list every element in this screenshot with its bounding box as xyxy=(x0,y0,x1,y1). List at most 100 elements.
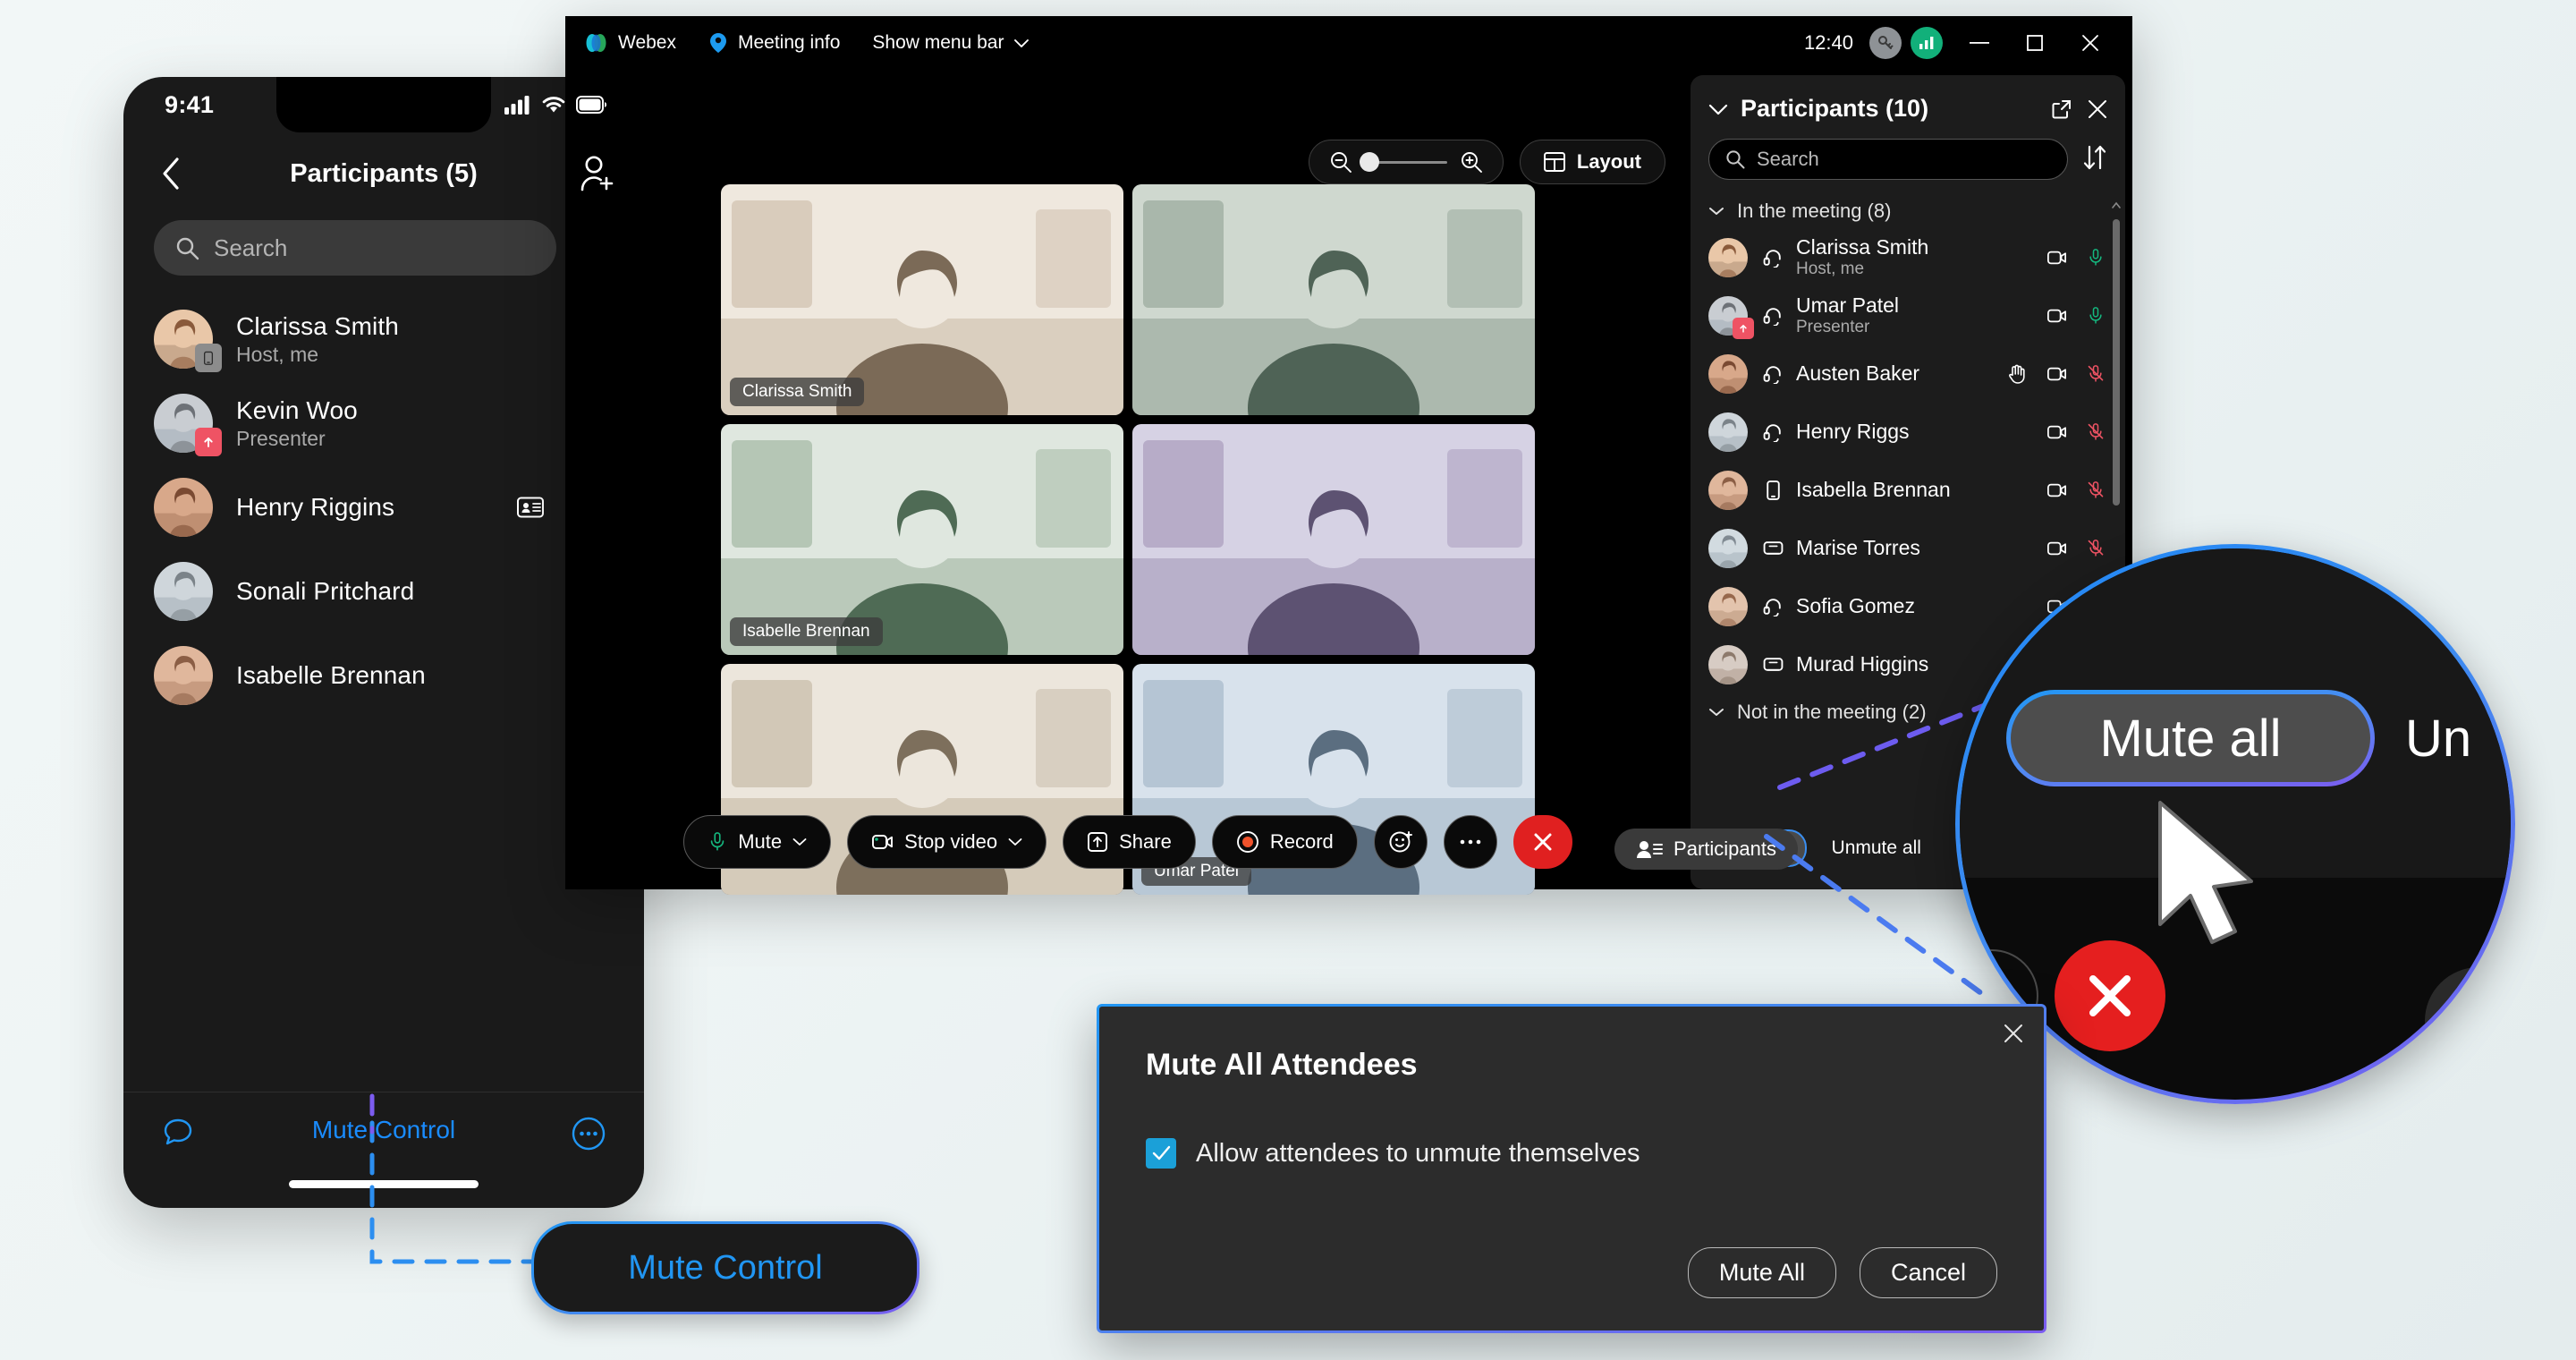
participants-icon xyxy=(1637,841,1664,858)
video-feed xyxy=(1132,184,1535,415)
video-tile[interactable]: Isabelle Brennan xyxy=(721,424,1123,655)
video-tile[interactable]: Clarissa Smith xyxy=(721,184,1123,415)
close-icon[interactable] xyxy=(2088,99,2107,119)
dialog-cancel-button[interactable]: Cancel xyxy=(1859,1247,1997,1298)
avatar xyxy=(1708,586,1748,626)
minimize-button[interactable] xyxy=(1952,22,2007,64)
scrollbar-thumb[interactable] xyxy=(2113,219,2120,506)
participant-info: Umar Patel Presenter xyxy=(1796,293,1899,337)
desk-device-icon xyxy=(1763,658,1783,671)
zoom-track[interactable] xyxy=(1359,152,1447,172)
contact-card-icon[interactable] xyxy=(517,497,544,518)
layout-button[interactable]: Layout xyxy=(1519,140,1665,184)
key-badge[interactable] xyxy=(1869,27,1902,59)
mute-all-attendees-dialog: Mute All Attendees Allow attendees to un… xyxy=(1097,1004,2046,1333)
video-status-icon[interactable] xyxy=(2045,422,2068,442)
tile-name-label: Clarissa Smith xyxy=(730,378,865,406)
webex-brand[interactable]: Webex xyxy=(585,32,692,54)
zoom-in-icon[interactable] xyxy=(1460,150,1483,174)
chevron-left-icon xyxy=(163,157,179,190)
video-status-icon[interactable] xyxy=(2045,480,2068,500)
table-row[interactable]: Henry Riggs xyxy=(1690,403,2125,461)
participant-info: Isabelle Brennan xyxy=(236,661,426,690)
zoom-out-icon[interactable] xyxy=(1329,150,1352,174)
panel-section-header[interactable]: In the meeting (8) xyxy=(1690,192,2125,228)
network-badge[interactable] xyxy=(1911,27,1943,59)
add-participant-button[interactable] xyxy=(576,155,617,192)
panel-search-input[interactable]: Search xyxy=(1708,139,2068,180)
leave-button[interactable] xyxy=(1513,815,1572,869)
avatar-photo xyxy=(154,562,213,621)
mute-button[interactable]: Mute xyxy=(683,815,832,869)
show-menu-bar-button[interactable]: Show menu bar xyxy=(856,32,1046,54)
avatar-photo xyxy=(1708,586,1748,626)
headset-icon xyxy=(1755,305,1791,326)
video-status-icon[interactable] xyxy=(2045,364,2068,384)
chevron-down-icon[interactable] xyxy=(1008,837,1022,846)
participant-info: Isabella Brennan xyxy=(1796,478,1951,502)
headset-icon xyxy=(1755,596,1791,616)
row-status-icons xyxy=(2005,363,2107,385)
more-button[interactable] xyxy=(1443,815,1497,869)
mic-status-icon[interactable] xyxy=(2084,247,2107,268)
desk-device-icon xyxy=(1755,538,1791,558)
microphone-icon xyxy=(2089,248,2102,266)
record-button[interactable]: Record xyxy=(1211,815,1358,869)
layout-label: Layout xyxy=(1576,150,1641,173)
close-window-button[interactable] xyxy=(2063,22,2118,64)
control-label: Stop video xyxy=(904,830,998,853)
reactions-button[interactable] xyxy=(1373,815,1428,869)
magnified-unmute-all-label[interactable]: Un xyxy=(2405,690,2471,786)
zoom-knob[interactable] xyxy=(1359,152,1379,172)
panel-scrollbar[interactable] xyxy=(2112,200,2121,575)
avatar-image xyxy=(1708,412,1748,452)
zoom-slider[interactable] xyxy=(1308,140,1504,184)
chevron-down-icon[interactable] xyxy=(1708,103,1728,115)
participant-name: Kevin Woo xyxy=(236,395,358,424)
mic-status-icon[interactable] xyxy=(2084,305,2107,327)
maximize-button[interactable] xyxy=(2007,22,2063,64)
table-row[interactable]: Clarissa Smith Host, me xyxy=(1690,228,2125,286)
control-label: Record xyxy=(1269,830,1334,853)
share-button[interactable]: Share xyxy=(1063,815,1196,869)
chevron-up-icon[interactable] xyxy=(2112,200,2121,210)
back-button[interactable] xyxy=(150,157,191,191)
avatar-image xyxy=(1708,237,1748,277)
mic-status-icon[interactable] xyxy=(2084,480,2107,501)
mic-status-icon[interactable] xyxy=(2084,421,2107,443)
video-icon xyxy=(2046,483,2066,497)
dialog-buttons: Mute All Cancel xyxy=(1687,1247,1997,1298)
search-placeholder: Search xyxy=(214,234,288,261)
stop-video-button[interactable]: Stop video xyxy=(847,815,1047,869)
video-tile[interactable] xyxy=(1132,184,1535,415)
microphone-muted-icon xyxy=(2088,364,2104,382)
chevron-down-icon[interactable] xyxy=(792,837,807,846)
magnified-leave-button[interactable] xyxy=(2055,940,2165,1051)
participant-info: Sonali Pritchard xyxy=(236,577,414,606)
allow-unmute-checkbox[interactable] xyxy=(1146,1138,1176,1169)
video-icon xyxy=(2046,425,2066,438)
popout-icon[interactable] xyxy=(2052,99,2072,119)
video-tile[interactable] xyxy=(1132,424,1535,655)
headset-icon xyxy=(1763,424,1781,442)
table-row[interactable]: Isabella Brennan xyxy=(1690,461,2125,519)
participants-toggle-button[interactable]: Participants xyxy=(1614,829,1798,870)
unmute-all-button[interactable]: Unmute all xyxy=(1816,830,1937,866)
dialog-mute-all-button[interactable]: Mute All xyxy=(1687,1247,1836,1298)
dialog-checkbox-row[interactable]: Allow attendees to unmute themselves xyxy=(1099,1083,2044,1169)
key-icon xyxy=(1878,36,1894,49)
mic-status-icon[interactable] xyxy=(2084,363,2107,385)
video-icon xyxy=(2046,367,2066,380)
panel-sort-button[interactable] xyxy=(2082,144,2107,175)
table-row[interactable]: Umar Patel Presenter xyxy=(1690,286,2125,344)
table-row[interactable]: Austen Baker xyxy=(1690,344,2125,403)
magnified-mute-all-button[interactable]: Mute all xyxy=(2006,690,2375,786)
participant-role: Presenter xyxy=(1796,318,1870,336)
search-input[interactable]: Search xyxy=(154,220,556,276)
meeting-info-button[interactable]: Meeting info xyxy=(692,32,856,54)
participant-name: Sonali Pritchard xyxy=(236,577,415,605)
video-status-icon[interactable] xyxy=(2045,306,2068,326)
dialog-close-button[interactable] xyxy=(2003,1023,2024,1049)
panel-header: Participants (10) xyxy=(1690,75,2125,133)
video-status-icon[interactable] xyxy=(2045,248,2068,268)
